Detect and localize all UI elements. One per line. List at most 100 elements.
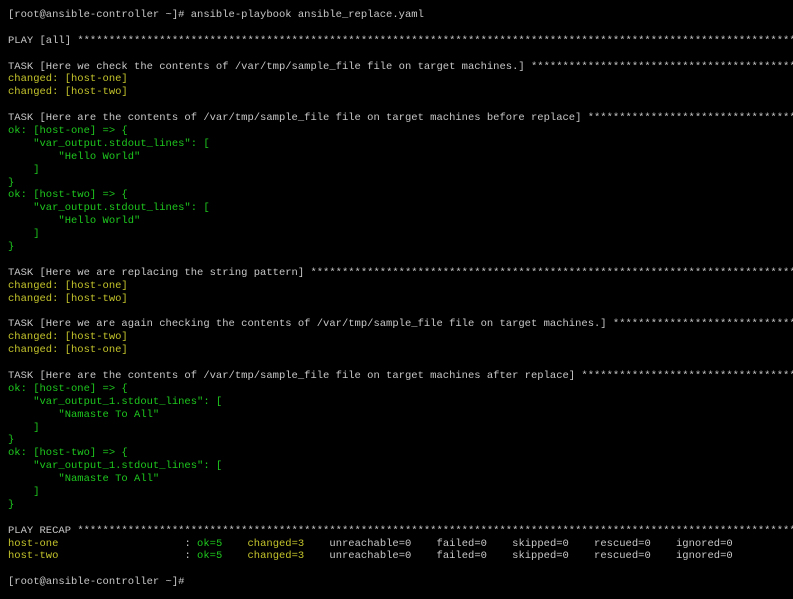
terminal-text: ]: [8, 228, 40, 241]
separator-stars: ****************************************…: [531, 60, 793, 73]
terminal-text: changed: [host-two]: [8, 86, 128, 99]
terminal-line: "var_output.stdout_lines": [: [8, 138, 793, 151]
terminal-line: ]: [8, 422, 793, 435]
terminal-text: unreachable=0 failed=0 skipped=0 rescued…: [304, 550, 733, 563]
terminal-text: ]: [8, 421, 40, 434]
terminal-text: unreachable=0 failed=0 skipped=0 rescued…: [304, 537, 733, 550]
terminal-line: changed: [host-one]: [8, 344, 793, 357]
terminal-text: ok: [host-two] => {: [8, 189, 128, 202]
terminal-text: "Hello World": [8, 150, 141, 163]
terminal-line: changed: [host-two]: [8, 293, 793, 306]
terminal-text: ok: [host-one] => {: [8, 382, 128, 395]
terminal-line: [root@ansible-controller ~]# ansible-pla…: [8, 9, 793, 22]
terminal-line: host-one : ok=5 changed=3 unreachable=0 …: [8, 538, 793, 551]
terminal-text: host-two: [8, 550, 59, 563]
terminal-line: PLAY RECAP *****************************…: [8, 525, 793, 538]
separator-stars: ****************************************…: [310, 266, 793, 279]
terminal-line: TASK [Here are the contents of /var/tmp/…: [8, 370, 793, 383]
terminal-text: TASK [Here we are replacing the string p…: [8, 266, 311, 279]
terminal-text: changed=3: [247, 550, 305, 563]
terminal-line: }: [8, 434, 793, 447]
terminal-text: "Namaste To All": [8, 473, 160, 486]
terminal-line: changed: [host-two]: [8, 86, 793, 99]
terminal-output[interactable]: [root@ansible-controller ~]# ansible-pla…: [8, 9, 793, 589]
terminal-line: "var_output_1.stdout_lines": [: [8, 460, 793, 473]
terminal-line: ]: [8, 164, 793, 177]
terminal-line: PLAY [all] *****************************…: [8, 35, 793, 48]
terminal-line: ok: [host-two] => {: [8, 189, 793, 202]
terminal-line: TASK [Here we are replacing the string p…: [8, 267, 793, 280]
terminal-line: "Namaste To All": [8, 473, 793, 486]
terminal-line: ]: [8, 486, 793, 499]
terminal-line: }: [8, 499, 793, 512]
terminal-line: "Hello World": [8, 151, 793, 164]
terminal-line: ]: [8, 228, 793, 241]
separator-stars: ****************************************…: [587, 112, 793, 125]
separator-stars: ****************************************…: [77, 34, 793, 47]
terminal-text: PLAY RECAP: [8, 524, 78, 537]
terminal-text: ok=5: [197, 537, 223, 550]
terminal-line: TASK [Here are the contents of /var/tmp/…: [8, 112, 793, 125]
terminal-line: ok: [host-one] => {: [8, 125, 793, 138]
terminal-text: :: [58, 537, 198, 550]
terminal-text: "Hello World": [8, 215, 141, 228]
terminal-text: changed: [host-one]: [8, 73, 128, 86]
terminal-text: "var_output.stdout_lines": [: [8, 202, 210, 215]
terminal-text: changed=3: [247, 537, 305, 550]
terminal-text: changed: [host-one]: [8, 279, 128, 292]
terminal-line: }: [8, 177, 793, 190]
terminal-line: "var_output.stdout_lines": [: [8, 202, 793, 215]
terminal-text: TASK [Here we check the contents of /var…: [8, 60, 531, 73]
terminal-line: TASK [Here we check the contents of /var…: [8, 61, 793, 74]
terminal-line: changed: [host-one]: [8, 73, 793, 86]
terminal-line: "Hello World": [8, 215, 793, 228]
separator-stars: ****************************************…: [581, 369, 793, 382]
terminal-line: "Namaste To All": [8, 409, 793, 422]
separator-stars: ****************************************…: [77, 524, 793, 537]
terminal-text: }: [8, 176, 15, 189]
terminal-text: host-one: [8, 537, 59, 550]
terminal-text: }: [8, 241, 15, 254]
terminal-text: ]: [8, 485, 40, 498]
terminal-text: PLAY [all]: [8, 34, 78, 47]
terminal-line: [root@ansible-controller ~]#: [8, 576, 793, 589]
terminal-text: ok: [host-two] => {: [8, 447, 128, 460]
terminal-text: }: [8, 498, 15, 511]
terminal-line: changed: [host-two]: [8, 331, 793, 344]
terminal-text: ok=5: [197, 550, 223, 563]
terminal-text: changed: [host-one]: [8, 344, 128, 357]
separator-stars: ****************************************…: [612, 318, 793, 331]
terminal-text: TASK [Here we are again checking the con…: [8, 318, 613, 331]
terminal-text: "var_output.stdout_lines": [: [8, 137, 210, 150]
terminal-line: ok: [host-one] => {: [8, 383, 793, 396]
terminal-text: }: [8, 434, 15, 447]
terminal-text: ok: [host-one] => {: [8, 125, 128, 138]
terminal-text: "var_output_1.stdout_lines": [: [8, 460, 223, 473]
terminal-text: "Namaste To All": [8, 408, 160, 421]
terminal-text: :: [58, 550, 198, 563]
terminal-text: [root@ansible-controller ~]#: [8, 576, 185, 589]
terminal-line: changed: [host-one]: [8, 280, 793, 293]
terminal-text: TASK [Here are the contents of /var/tmp/…: [8, 112, 588, 125]
terminal-line: }: [8, 241, 793, 254]
terminal-text: changed: [host-two]: [8, 292, 128, 305]
terminal-text: changed: [host-two]: [8, 331, 128, 344]
terminal-text: TASK [Here are the contents of /var/tmp/…: [8, 369, 582, 382]
terminal-text: ]: [8, 163, 40, 176]
terminal-text: [root@ansible-controller ~]# ansible-pla…: [8, 9, 424, 21]
terminal-line: host-two : ok=5 changed=3 unreachable=0 …: [8, 550, 793, 563]
terminal-text: "var_output_1.stdout_lines": [: [8, 395, 223, 408]
terminal-line: ok: [host-two] => {: [8, 447, 793, 460]
terminal-line: "var_output_1.stdout_lines": [: [8, 396, 793, 409]
terminal-line: TASK [Here we are again checking the con…: [8, 318, 793, 331]
